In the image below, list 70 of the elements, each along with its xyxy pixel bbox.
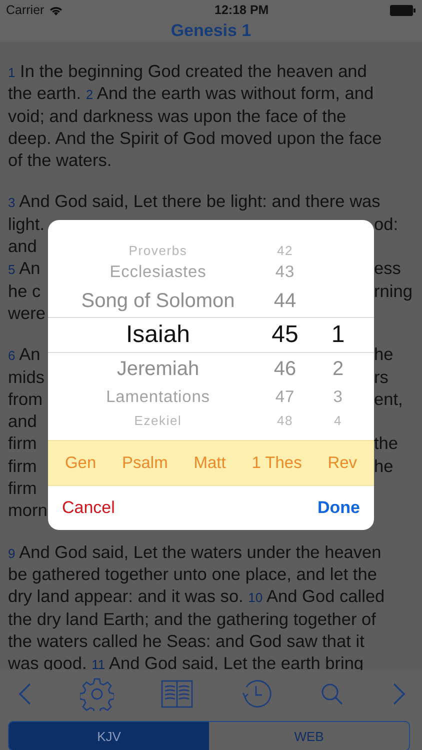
scripture-text: the dry land Earth; and the gathering together of <box>8 608 376 630</box>
chapter-option[interactable]: 1 <box>302 321 374 349</box>
scripture-text: the earth. 2 And the earth was without form, and <box>8 82 374 106</box>
book-number[interactable]: 42 <box>268 242 302 258</box>
scripture-text: from <box>8 388 43 410</box>
scripture-text: deep. And the Spirit of God moved upon the face <box>8 126 382 150</box>
scripture-text: of the waters. <box>8 149 112 172</box>
scripture-text: ess <box>374 257 402 280</box>
book-option[interactable]: Proverbs <box>48 242 268 258</box>
chapter-option[interactable]: 4 <box>302 412 374 428</box>
chapter-option[interactable]: 3 <box>302 388 374 407</box>
done-button[interactable]: Done <box>318 496 360 520</box>
book-number[interactable]: 44 <box>268 290 302 312</box>
scripture-text: 1 In the beginning God created the heaven and <box>8 60 367 83</box>
scripture-text: ent, <box>374 388 404 410</box>
open-book-icon[interactable] <box>161 679 194 709</box>
settings-icon[interactable] <box>80 677 114 711</box>
scripture-text: 5 An <box>8 257 40 280</box>
book-option[interactable]: Jeremiah <box>48 358 268 380</box>
version-tab[interactable]: KJV <box>9 722 209 750</box>
version-tab[interactable]: WEB <box>209 722 409 750</box>
book-shortcut[interactable]: 1 Thes <box>248 452 306 474</box>
scripture-text: he <box>374 454 394 478</box>
book-number[interactable]: 45 <box>268 321 302 349</box>
book-option[interactable]: Ecclesiastes <box>48 263 268 282</box>
cancel-button[interactable]: Cancel <box>62 496 115 520</box>
battery-icon <box>390 4 416 16</box>
scripture-text: firm <box>8 477 37 500</box>
book-number[interactable]: 47 <box>268 388 302 407</box>
scripture-text: firm <box>8 432 37 455</box>
scripture-text: light. <box>8 212 45 236</box>
carrier-name: Carrier <box>6 3 44 17</box>
book-shortcut[interactable]: Rev <box>324 452 362 474</box>
scripture-text: the waters called he Seas: and God saw that it <box>8 630 364 652</box>
scripture-text: the <box>374 432 400 455</box>
book-option[interactable]: Isaiah <box>48 321 268 349</box>
chapter-title: Genesis 1 <box>170 20 252 42</box>
book-shortcut[interactable]: Matt <box>190 452 230 474</box>
scripture-text: he c <box>8 280 41 302</box>
back-chevron-icon[interactable] <box>18 682 32 706</box>
book-option[interactable]: Song of Solomon <box>48 290 268 312</box>
book-option[interactable]: Lamentations <box>48 388 268 407</box>
book-shortcut[interactable]: Gen <box>60 452 100 474</box>
scripture-text: dry land appear: and it was so. 10 And God called <box>8 585 385 608</box>
scripture-text: rning <box>374 280 414 302</box>
scripture-text: od: <box>374 212 400 236</box>
book-number[interactable]: 46 <box>268 358 302 380</box>
scripture-text: firm <box>8 454 37 478</box>
scripture-text: 6 An <box>8 343 40 366</box>
scripture-text: 9 And God said, Let the waters under the heaven <box>8 540 382 564</box>
chapter-option[interactable]: 2 <box>302 358 374 380</box>
book-number[interactable]: 48 <box>268 412 302 428</box>
scripture-text: he <box>374 343 394 366</box>
scripture-text: were <box>8 302 46 324</box>
search-icon[interactable] <box>320 682 344 706</box>
book-option[interactable]: Ezekiel <box>48 412 268 428</box>
scripture-text: be gathered together unto one place, and let the <box>8 562 377 586</box>
scripture-text: and <box>8 410 37 432</box>
book-number[interactable]: 43 <box>268 263 302 282</box>
book-shortcut[interactable]: Psalm <box>118 452 172 474</box>
scripture-text: morn <box>8 499 48 522</box>
scripture-text: and <box>8 235 37 258</box>
scripture-text: void; and darkness was upon the face of the <box>8 104 346 127</box>
history-clock-icon[interactable] <box>240 678 273 710</box>
forward-chevron-icon[interactable] <box>392 682 406 706</box>
wifi-icon <box>49 4 64 16</box>
status-time: 12:18 PM <box>214 3 269 17</box>
scripture-text: 3 And God said, Let there be light: and there was <box>8 190 380 214</box>
scripture-text: rs <box>374 366 390 388</box>
scripture-text: mids <box>8 366 44 388</box>
